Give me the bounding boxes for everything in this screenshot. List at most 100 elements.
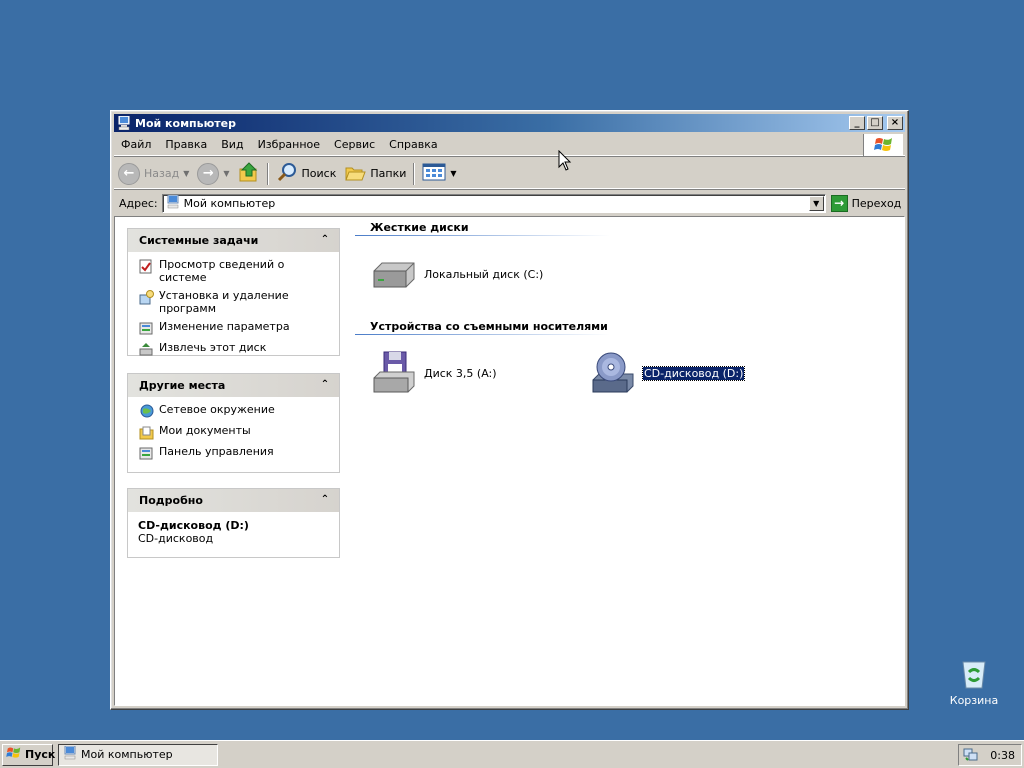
system-tasks-title: Системные задачи [139, 234, 259, 247]
address-input[interactable]: Мой компьютер ▼ [161, 193, 826, 213]
go-label: Переход [851, 196, 902, 210]
system-tasks-pane: Системные задачи ⌃ Просмотр сведений о с… [127, 228, 340, 356]
chevron-down-icon: ▼ [450, 169, 457, 178]
toolbar-separator [413, 162, 416, 185]
system-tray: 0:38 [958, 744, 1022, 766]
place-label: Мои документы [159, 424, 251, 437]
forward-arrow-icon: → [197, 162, 220, 185]
group-hard-disks-title: Жесткие диски [370, 221, 469, 234]
group-divider [355, 334, 610, 335]
details-title: Подробно [139, 494, 203, 507]
close-button[interactable]: × [887, 116, 903, 130]
system-info-icon [138, 258, 154, 274]
start-button[interactable]: Пуск [2, 743, 56, 766]
maximize-button[interactable]: □ [867, 116, 883, 130]
details-pane: Подробно ⌃ CD-дисковод (D:) CD-дисковод [127, 488, 340, 558]
up-button[interactable] [234, 161, 264, 187]
address-dropdown-button[interactable]: ▼ [808, 195, 824, 211]
folders-button[interactable]: Папки [340, 161, 410, 187]
hard-disk-icon [370, 250, 418, 298]
menu-bar: Файл Правка Вид Избранное Сервис Справка [114, 134, 905, 156]
content-area: Системные задачи ⌃ Просмотр сведений о с… [114, 216, 905, 706]
address-bar: Адрес: Мой компьютер ▼ → Переход [114, 192, 905, 214]
place-network[interactable]: Сетевое окружение [138, 403, 331, 419]
place-my-documents[interactable]: Мои документы [138, 424, 331, 440]
taskbar-item-label: Мой компьютер [81, 748, 173, 761]
forward-button[interactable]: → ▼ [193, 161, 233, 187]
collapse-chevron-icon[interactable]: ⌃ [319, 494, 331, 507]
task-view-system-info[interactable]: Просмотр сведений о системе [138, 258, 331, 284]
details-item-name: CD-дисковод (D:) [138, 519, 249, 532]
other-places-header[interactable]: Другие места ⌃ [128, 374, 339, 397]
network-icon [138, 403, 154, 419]
task-label: Извлечь этот диск [159, 341, 267, 354]
network-status-icon[interactable] [963, 746, 979, 765]
collapse-chevron-icon[interactable]: ⌃ [319, 379, 331, 392]
menu-help[interactable]: Справка [382, 138, 444, 151]
drive-label: CD-дисковод (D:) [641, 365, 746, 381]
task-label: Установка и удаление программ [159, 289, 289, 315]
other-places-pane: Другие места ⌃ Сетевое окружение Мои док… [127, 373, 340, 473]
menu-tools[interactable]: Сервис [327, 138, 382, 151]
taskbar-item-my-computer[interactable]: Мой компьютер [58, 743, 218, 766]
task-change-setting[interactable]: Изменение параметра [138, 320, 331, 336]
desktop-recycle-bin[interactable]: Корзина [944, 656, 1004, 707]
drive-label: Локальный диск (C:) [424, 267, 544, 281]
address-label: Адрес: [119, 196, 158, 210]
collapse-chevron-icon[interactable]: ⌃ [319, 234, 331, 247]
search-label: Поиск [301, 167, 337, 180]
drive-label: Диск 3,5 (A:) [424, 366, 497, 380]
system-tasks-header[interactable]: Системные задачи ⌃ [128, 229, 339, 252]
start-label: Пуск [25, 748, 56, 761]
place-label: Сетевое окружение [159, 403, 275, 416]
search-button[interactable]: Поиск [272, 161, 341, 187]
taskbar: Пуск Мой компьютер 0:38 [0, 740, 1024, 768]
floppy-drive-icon [370, 349, 418, 397]
my-documents-icon [138, 424, 154, 440]
windows-logo-icon [863, 134, 903, 156]
drive-floppy-a[interactable]: Диск 3,5 (A:) [370, 349, 497, 397]
eject-icon [138, 341, 154, 357]
menu-view[interactable]: Вид [214, 138, 250, 151]
toolbar: ← Назад ▼ → ▼ Поиск Папки ▼ [114, 159, 905, 189]
back-button[interactable]: ← Назад ▼ [114, 161, 193, 187]
windows-logo-icon [6, 746, 22, 763]
chevron-down-icon: ▼ [183, 169, 190, 178]
folders-label: Папки [370, 167, 407, 180]
menu-file[interactable]: Файл [114, 138, 158, 151]
window-title: Мой компьютер [135, 116, 237, 130]
search-icon [276, 161, 298, 186]
group-divider [355, 235, 610, 236]
place-control-panel[interactable]: Панель управления [138, 445, 331, 461]
views-button[interactable]: ▼ [418, 161, 460, 187]
chevron-down-icon: ▼ [223, 169, 230, 178]
my-computer-window[interactable]: Мой компьютер _ □ × Файл Правка Вид Избр… [110, 110, 909, 710]
folder-up-icon [238, 161, 260, 186]
task-label: Просмотр сведений о системе [159, 258, 285, 284]
menu-favorites[interactable]: Избранное [251, 138, 327, 151]
back-arrow-icon: ← [118, 162, 140, 185]
mouse-cursor-icon [558, 149, 572, 175]
details-header[interactable]: Подробно ⌃ [128, 489, 339, 512]
clock[interactable]: 0:38 [990, 749, 1015, 762]
drive-local-c[interactable]: Локальный диск (C:) [370, 250, 543, 298]
menu-edit[interactable]: Правка [158, 138, 214, 151]
place-label: Панель управления [159, 445, 274, 458]
group-removable-title: Устройства со съемными носителями [370, 320, 608, 333]
computer-icon [117, 116, 131, 130]
other-places-title: Другие места [139, 379, 226, 392]
minimize-button[interactable]: _ [849, 116, 865, 130]
go-button[interactable]: → Переход [830, 194, 902, 212]
control-panel-icon [138, 320, 154, 336]
folders-icon [344, 161, 367, 186]
task-add-remove-programs[interactable]: Установка и удаление программ [138, 289, 331, 315]
title-bar[interactable]: Мой компьютер _ □ × [114, 114, 905, 132]
control-panel-icon [138, 445, 154, 461]
drive-cd-d[interactable]: CD-дисковод (D:) [589, 349, 746, 397]
task-eject-disk[interactable]: Извлечь этот диск [138, 341, 331, 357]
views-icon [422, 162, 446, 185]
computer-icon [63, 745, 77, 763]
address-value: Мой компьютер [183, 196, 276, 210]
recycle-bin-label: Корзина [949, 694, 999, 707]
back-label: Назад [144, 167, 180, 180]
